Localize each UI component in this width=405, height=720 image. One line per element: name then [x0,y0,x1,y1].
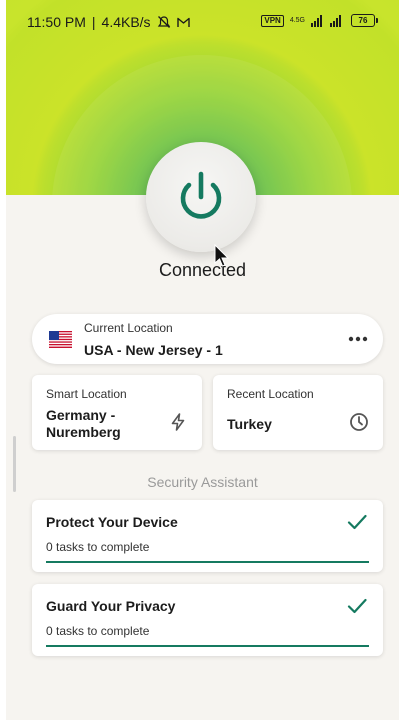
us-flag-icon [49,331,72,348]
security-assistant-title: Security Assistant [147,474,258,490]
recent-location-card[interactable]: Recent Location Turkey [213,375,383,450]
task-card-protect-device[interactable]: Protect Your Device 0 tasks to complete [32,500,383,572]
gmail-icon [176,17,190,27]
status-bar-left: 11:50 PM | 4.4KB/s [27,14,190,30]
task-progress-bar [46,645,369,647]
smart-location-label: Smart Location [46,387,127,401]
recent-location-label: Recent Location [227,387,314,401]
task-progress-fill [46,561,369,563]
battery-icon: 76 [351,14,378,27]
more-horizontal-icon[interactable] [345,330,371,348]
power-button[interactable] [146,142,256,252]
status-bar: 11:50 PM | 4.4KB/s VPN 4.5G 76 [0,0,405,44]
smart-location-value-line2: Nuremberg [46,424,121,440]
app-screen: Current Location USA - New Jersey - 1 Sm… [6,0,399,720]
mute-icon [157,16,170,28]
task-card-guard-privacy[interactable]: Guard Your Privacy 0 tasks to complete [32,584,383,656]
task-subtitle: 0 tasks to complete [46,540,150,554]
current-location-card[interactable]: Current Location USA - New Jersey - 1 [32,314,383,364]
lightning-icon [171,413,185,431]
task-subtitle: 0 tasks to complete [46,624,150,638]
checkmark-icon [347,598,367,614]
mouse-cursor-icon [214,244,230,267]
vpn-badge: VPN [261,14,284,27]
current-location-value: USA - New Jersey - 1 [84,342,223,358]
checkmark-icon [347,514,367,530]
power-icon [180,171,222,219]
network-type: 4.5G [289,17,305,24]
recent-location-value: Turkey [227,416,272,432]
signal-icon [311,14,341,27]
task-progress-fill [46,645,369,647]
smart-location-value: Germany - Nuremberg [46,407,121,441]
current-location-label: Current Location [84,321,173,335]
connection-status: Connected [158,260,247,280]
task-progress-bar [46,561,369,563]
status-separator: | [91,14,96,30]
task-title: Guard Your Privacy [46,598,176,614]
status-time: 11:50 PM [27,14,86,30]
status-bar-right: VPN 4.5G 76 [261,14,378,27]
task-title: Protect Your Device [46,514,178,530]
smart-location-value-line1: Germany - [46,407,116,423]
status-speed: 4.4KB/s [101,14,151,30]
clock-icon [350,413,368,431]
smart-location-card[interactable]: Smart Location Germany - Nuremberg [32,375,202,450]
